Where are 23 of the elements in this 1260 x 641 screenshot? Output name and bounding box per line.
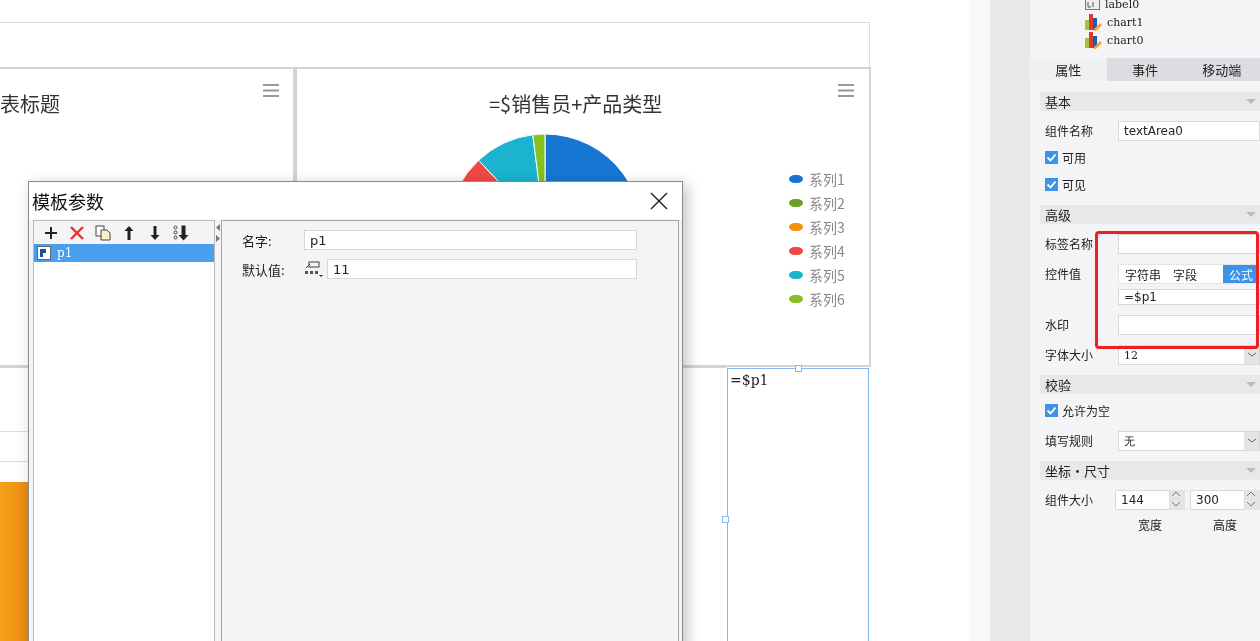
field-label: 默认值: (242, 259, 286, 279)
field-caption: 宽度 (1138, 516, 1162, 533)
legend-label: 系列5 (809, 265, 845, 285)
field-label: 填写规则 (1045, 431, 1094, 450)
checkbox-label: 可用 (1062, 149, 1086, 166)
checkbox-label: 允许为空 (1062, 402, 1110, 419)
legend-label: 系列1 (809, 169, 845, 189)
legend-label: 系列3 (809, 217, 845, 237)
legend-label: 系列6 (809, 289, 845, 309)
field-label: 组件名称 (1045, 121, 1094, 140)
field-label: 控件值 (1045, 264, 1082, 283)
field-label: 标签名称 (1045, 234, 1094, 253)
chart-title: 表标题 (0, 89, 60, 118)
field-label: 水印 (1045, 315, 1070, 334)
field-label: 名字: (242, 230, 273, 250)
dialog-title: 模板参数 (32, 187, 104, 214)
checkbox-label: 可见 (1062, 176, 1086, 193)
chart-title: =$销售员+产品类型 (489, 89, 663, 118)
field-caption: 高度 (1213, 516, 1237, 533)
field-label: 组件大小 (1045, 490, 1094, 509)
legend-label: 系列4 (809, 241, 845, 261)
field-label: 字体大小 (1045, 345, 1094, 364)
legend-label: 系列2 (809, 193, 845, 213)
